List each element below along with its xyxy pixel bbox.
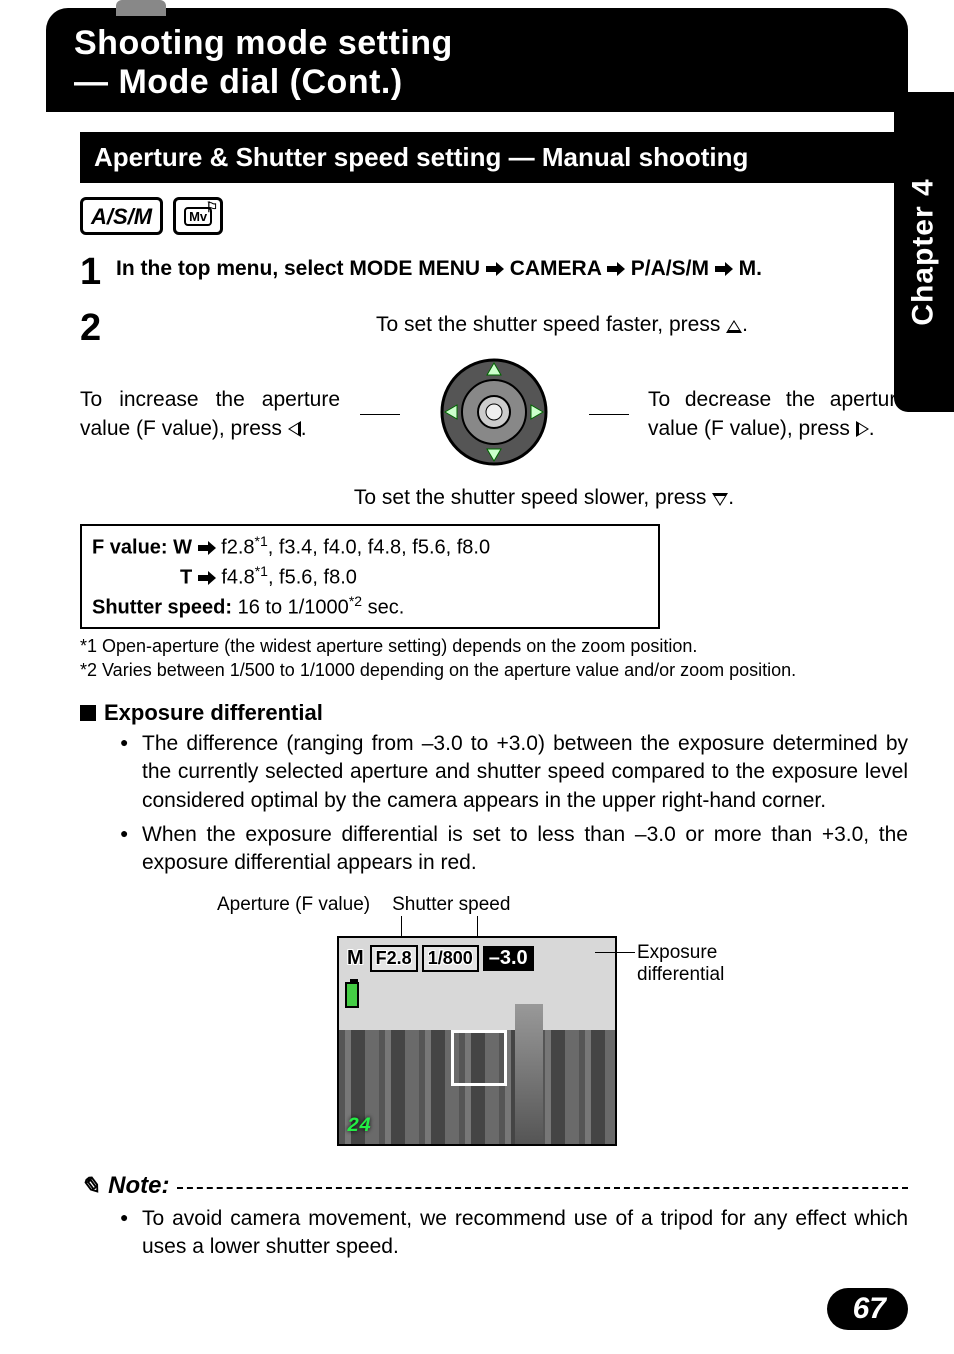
monitor-building bbox=[515, 1004, 543, 1144]
osd-bar: M F2.8 1/800 –3.0 bbox=[345, 944, 609, 974]
leader-line bbox=[589, 414, 629, 415]
note-heading: ✎ Note: bbox=[80, 1172, 908, 1201]
step-1-number: 1 bbox=[80, 253, 116, 291]
step-2-up-text: To set the shutter speed faster, press . bbox=[216, 311, 908, 339]
mode-my-inner: Mv ⚐ bbox=[184, 207, 212, 226]
triangle-left-icon bbox=[288, 421, 301, 437]
exposure-bullets: The difference (ranging from –3.0 to +3.… bbox=[80, 730, 908, 878]
step-1: 1 In the top menu, select MODE MENU CAME… bbox=[80, 251, 908, 291]
focus-bracket-br bbox=[471, 1050, 507, 1086]
triangle-up-icon bbox=[726, 320, 742, 333]
monitor-preview: M F2.8 1/800 –3.0 24 bbox=[337, 936, 617, 1146]
footnote-2: *2 Varies between 1/500 to 1/1000 depend… bbox=[80, 659, 908, 682]
page-title-line2: — Mode dial (Cont.) bbox=[74, 63, 403, 101]
page-title-line1: Shooting mode setting bbox=[74, 24, 453, 62]
figure-top-labels: Aperture (F value) Shutter speed bbox=[217, 894, 757, 916]
bullet-1: The difference (ranging from –3.0 to +3.… bbox=[120, 730, 908, 815]
page-header: Shooting mode setting — Mode dial (Cont.… bbox=[46, 8, 908, 112]
figure-aperture-label: Aperture (F value) bbox=[217, 894, 370, 916]
footnote-1: *1 Open-aperture (the widest aperture se… bbox=[80, 635, 908, 658]
leader-line bbox=[477, 916, 478, 936]
page-number: 67 bbox=[827, 1288, 908, 1330]
battery-icon bbox=[345, 982, 359, 1008]
square-bullet-icon bbox=[80, 705, 96, 721]
values-box: F value: W f2.8*1, f3.4, f4.0, f4.8, f5.… bbox=[80, 524, 660, 629]
dpad-illustration bbox=[419, 357, 569, 472]
leader-line bbox=[595, 952, 635, 953]
osd-exposure-diff: –3.0 bbox=[483, 946, 534, 971]
subheading-exposure: Exposure differential bbox=[80, 700, 908, 726]
arrow-right-icon bbox=[715, 262, 733, 276]
leader-line bbox=[360, 414, 400, 415]
arrow-right-icon bbox=[486, 262, 504, 276]
note-bullets: To avoid camera movement, we recommend u… bbox=[80, 1205, 908, 1262]
mode-indicator-row: A/S/M Mv ⚐ bbox=[80, 197, 954, 235]
triangle-down-icon bbox=[712, 493, 728, 506]
note-bullet-1: To avoid camera movement, we recommend u… bbox=[120, 1205, 908, 1262]
mode-asm-icon: A/S/M bbox=[80, 197, 163, 235]
values-line-2: T f4.8*1, f5.6, f8.0 bbox=[92, 562, 648, 592]
footnotes: *1 Open-aperture (the widest aperture se… bbox=[80, 635, 908, 682]
arrow-right-icon bbox=[607, 262, 625, 276]
step-2-number: 2 bbox=[80, 309, 116, 347]
dpad-icon bbox=[439, 357, 549, 467]
triangle-right-icon bbox=[856, 421, 869, 437]
figure-monitor: Aperture (F value) Shutter speed M F2.8 … bbox=[197, 894, 757, 1146]
step-2-diagram: To increase the aperture value (F value)… bbox=[80, 357, 908, 510]
step-2-right-text: To decrease the aperture value (F value)… bbox=[648, 386, 908, 443]
osd-shutter: 1/800 bbox=[422, 945, 479, 972]
bullet-2: When the exposure differential is set to… bbox=[120, 821, 908, 878]
step-1-text: In the top menu, select MODE MENU CAMERA… bbox=[116, 251, 908, 283]
figure-shutter-label: Shutter speed bbox=[392, 894, 510, 916]
note-label: Note: bbox=[108, 1172, 169, 1200]
osd-aperture: F2.8 bbox=[370, 945, 418, 972]
step-2-header: 2 To set the shutter speed faster, press… bbox=[80, 307, 908, 347]
section-heading: Aperture & Shutter speed setting — Manua… bbox=[80, 132, 908, 183]
mode-my-icon: Mv ⚐ bbox=[173, 197, 223, 235]
step-2-down-text: To set the shutter speed slower, press . bbox=[180, 486, 908, 510]
arrow-right-icon bbox=[198, 571, 216, 585]
my-flag-icon: ⚐ bbox=[206, 199, 219, 216]
page-title: Shooting mode setting — Mode dial (Cont.… bbox=[46, 8, 908, 112]
note-dash-line bbox=[177, 1187, 908, 1189]
step-2-left-text: To increase the aperture value (F value)… bbox=[80, 386, 340, 443]
pencil-icon: ✎ bbox=[80, 1172, 100, 1201]
values-line-1: F value: W f2.8*1, f3.4, f4.0, f4.8, f5.… bbox=[92, 532, 648, 562]
values-line-3: Shutter speed: 16 to 1/1000*2 sec. bbox=[92, 592, 648, 622]
leader-line bbox=[401, 916, 402, 936]
header-tab-decoration bbox=[116, 0, 166, 16]
figure-exposure-label: Exposure differential bbox=[637, 942, 767, 988]
osd-frame-count: 24 bbox=[347, 1115, 371, 1138]
chapter-side-label: Chapter 4 bbox=[907, 178, 941, 325]
arrow-right-icon bbox=[198, 541, 216, 555]
osd-mode: M bbox=[345, 946, 366, 971]
